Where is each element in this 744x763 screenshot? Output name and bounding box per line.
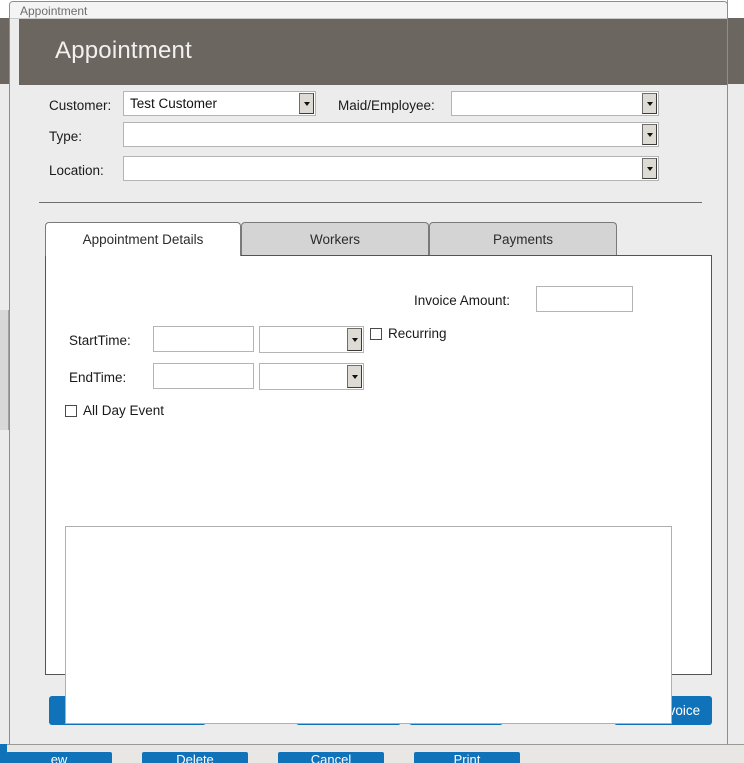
end-time-input[interactable] [153, 363, 254, 389]
start-time-input[interactable] [153, 326, 254, 352]
type-dropdown-icon[interactable] [642, 124, 657, 145]
customer-dropdown-icon[interactable] [299, 93, 314, 114]
window-titlebar: Appointment [10, 2, 727, 19]
background-cancel-button[interactable]: Cancel [278, 752, 384, 763]
background-print-button[interactable]: Print [414, 752, 520, 763]
background-delete-button[interactable]: Delete [142, 752, 248, 763]
form-body: Customer: Test Customer Maid/Employee: T… [10, 85, 727, 745]
header-banner: Appointment [19, 19, 727, 85]
location-dropdown-icon[interactable] [642, 158, 657, 179]
maid-employee-dropdown-icon[interactable] [642, 93, 657, 114]
background-delete-label: Delete [176, 752, 214, 763]
location-label: Location: [49, 163, 104, 178]
window-tab-label[interactable]: Appointment [20, 3, 87, 19]
end-time-period-combobox[interactable] [259, 363, 364, 390]
tab-payments-label: Payments [492, 231, 554, 247]
background-window-right-header [728, 18, 744, 84]
maid-employee-combobox[interactable] [451, 91, 659, 116]
background-new-label: ew [50, 752, 68, 763]
end-time-label: EndTime: [69, 370, 127, 385]
page-title: Appointment [55, 37, 192, 64]
maid-employee-label: Maid/Employee: [338, 98, 435, 113]
background-window-bottom-divider [0, 744, 744, 745]
tab-workers[interactable]: Workers [241, 222, 429, 255]
invoice-amount-label: Invoice Amount: [414, 293, 511, 308]
background-print-label: Print [453, 752, 481, 763]
appointment-window: Appointment Appointment Customer: Test C… [9, 1, 728, 745]
start-time-period-dropdown-icon[interactable] [347, 328, 362, 351]
all-day-event-checkbox-label: All Day Event [83, 403, 165, 418]
background-window-right [727, 0, 744, 745]
customer-combobox[interactable]: Test Customer [123, 91, 316, 116]
background-window-bottom: ew Delete Cancel Print [0, 744, 744, 763]
tab-appointment-details-label: Appointment Details [82, 232, 204, 247]
all-day-event-checkbox-box[interactable] [65, 404, 77, 417]
background-new-button[interactable]: ew [6, 752, 112, 763]
tab-panel-appointment-details: Invoice Amount: StartTime: Recurring End… [45, 255, 712, 724]
recurring-checkbox[interactable]: Recurring [370, 326, 447, 341]
all-day-event-checkbox[interactable]: All Day Event [65, 403, 164, 418]
customer-label: Customer: [49, 98, 112, 113]
tab-workers-label: Workers [309, 231, 360, 247]
recurring-checkbox-label: Recurring [388, 326, 447, 341]
background-window-right-titlebar [728, 0, 744, 18]
tab-appointment-details[interactable]: Appointment Details [45, 222, 241, 256]
customer-value: Test Customer [130, 96, 218, 111]
notes-textarea[interactable] [65, 526, 672, 724]
screen: Appointment Appointment Customer: Test C… [0, 0, 744, 763]
invoice-amount-input[interactable] [536, 286, 633, 312]
tab-payments[interactable]: Payments [429, 222, 617, 255]
section-divider [39, 202, 702, 203]
start-time-period-combobox[interactable] [259, 326, 364, 353]
type-combobox[interactable] [123, 122, 659, 147]
background-cancel-label: Cancel [310, 752, 352, 763]
type-label: Type: [49, 129, 83, 144]
background-window-left-scrollbar[interactable] [0, 310, 9, 430]
start-time-label: StartTime: [69, 333, 131, 348]
end-time-period-dropdown-icon[interactable] [347, 365, 362, 388]
recurring-checkbox-box[interactable] [370, 327, 382, 340]
location-combobox[interactable] [123, 156, 659, 181]
